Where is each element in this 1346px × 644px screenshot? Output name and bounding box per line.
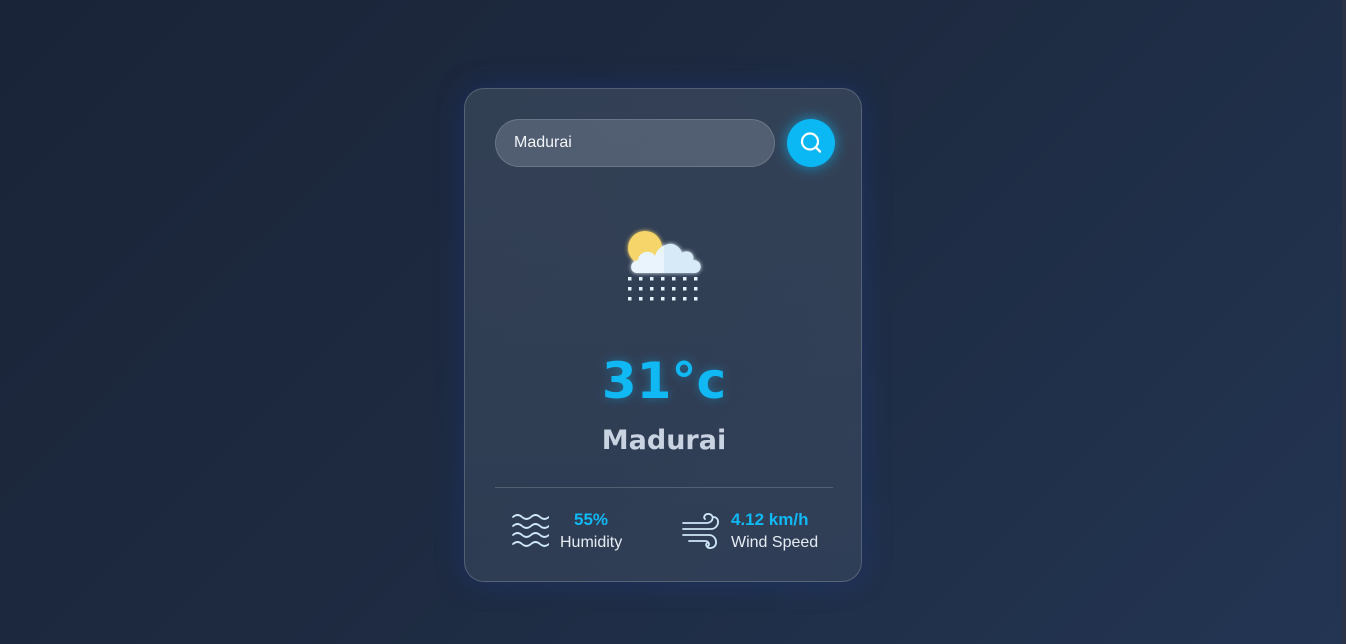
- wind-detail: 4.12 km/h Wind Speed: [681, 509, 831, 553]
- city-name: Madurai: [601, 425, 727, 456]
- search-bar: [495, 119, 835, 169]
- scrollbar-edge: [1342, 0, 1346, 644]
- wind-speed-value: 4.12 km/h: [731, 510, 809, 529]
- divider: [495, 487, 833, 488]
- humidity-waves-icon: [512, 514, 549, 547]
- weather-card: 31°c Madurai 55% Humidity 4.12 km/h Wind…: [464, 88, 862, 582]
- temperature-value: 31°c: [601, 352, 727, 410]
- search-icon: [800, 132, 822, 153]
- wind-icon: [682, 513, 719, 549]
- humidity-detail: 55% Humidity: [511, 509, 641, 553]
- humidity-label: Humidity: [560, 534, 623, 551]
- partly-cloudy-snow-icon: [621, 227, 707, 309]
- humidity-value: 55%: [574, 510, 609, 529]
- search-button[interactable]: [787, 119, 835, 167]
- city-search-input[interactable]: [495, 119, 775, 167]
- wind-speed-label: Wind Speed: [731, 534, 819, 551]
